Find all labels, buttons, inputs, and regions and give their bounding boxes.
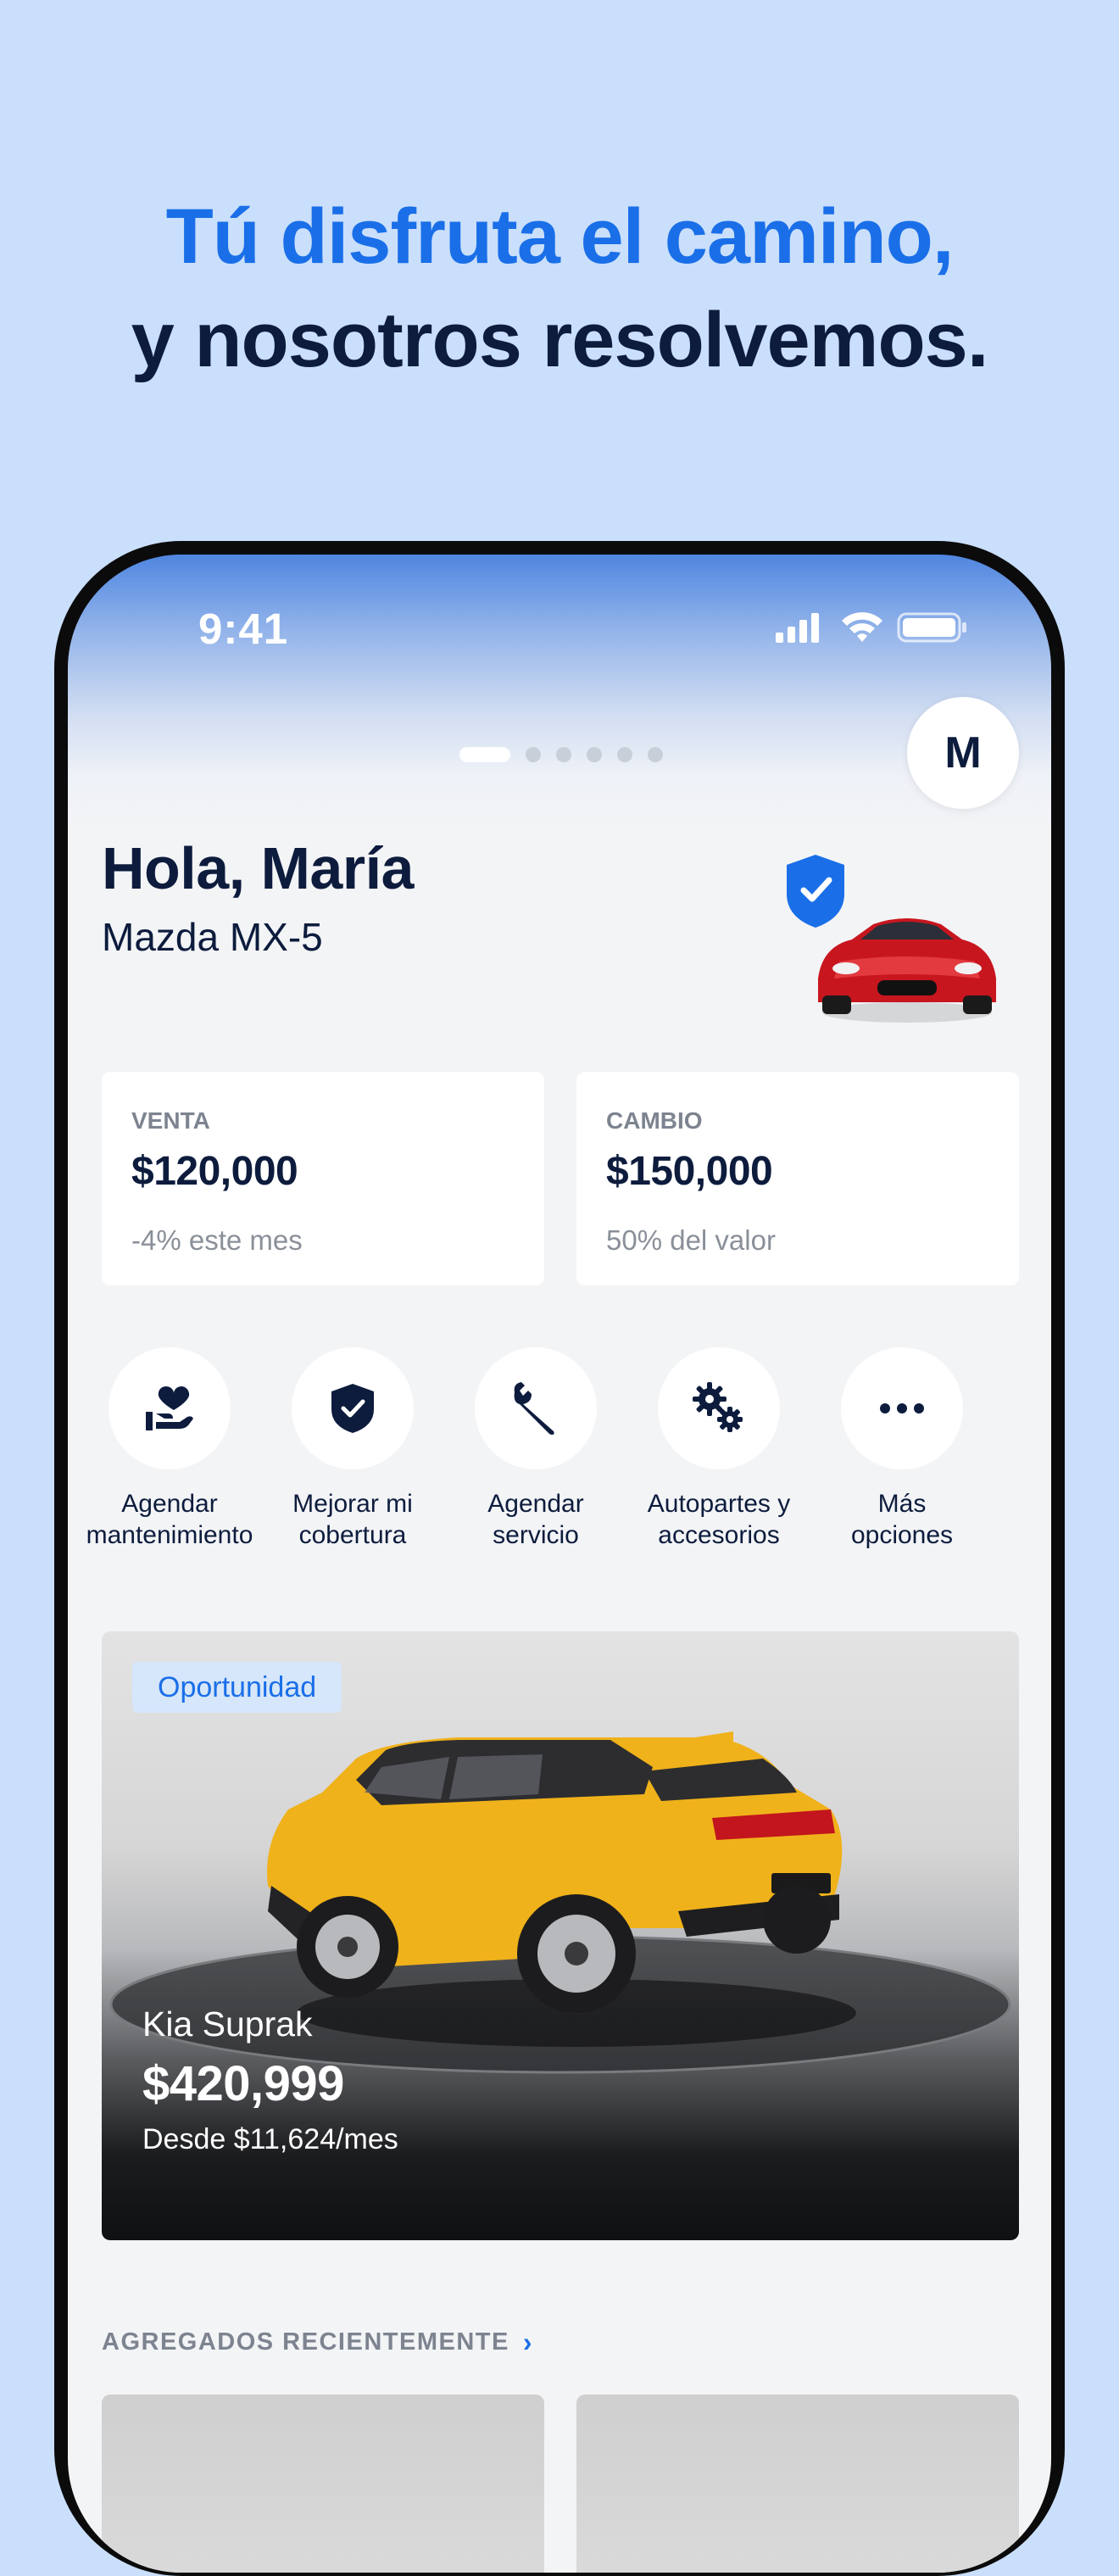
carousel-dot[interactable] [617,747,632,762]
status-time: 9:41 [198,605,289,653]
action-circle[interactable] [658,1347,780,1469]
carousel-indicator[interactable] [459,746,663,763]
action-label-line: opciones [850,1521,954,1549]
card-value: $150,000 [606,1149,773,1194]
section-title: AGREGADOS RECIENTEMENTE [102,2328,509,2356]
action-label: Más opciones [810,1488,994,1551]
action-label-line: Agendar [487,1490,584,1518]
action-more-options[interactable]: Más opciones [810,1347,994,1551]
action-schedule-maintenance[interactable]: Agendar mantenimiento [78,1347,261,1551]
recent-vehicle-card[interactable] [102,2395,544,2573]
headline-line-1: Tú disfruta el camino, [165,193,955,280]
phone-screen: 9:41 M Hola, María Mazda MX-5 VENTA $120… [68,555,1051,2573]
card-value: $120,000 [131,1149,298,1194]
action-label-line: Más [877,1490,927,1518]
carousel-dot[interactable] [459,747,510,762]
action-label: Mejorar mi cobertura [261,1488,444,1551]
action-label: Agendar servicio [444,1488,627,1551]
card-note: -4% este mes [131,1224,303,1256]
action-circle[interactable] [475,1347,597,1469]
promo-vehicle-name: Kia Suprak [142,2004,313,2044]
battery-icon [897,612,966,643]
card-label: VENTA [131,1107,210,1134]
action-label-line: mantenimiento [86,1521,253,1549]
chevron-right-icon[interactable]: › [523,2327,533,2358]
signal-icon [776,613,819,643]
carousel-dot[interactable] [587,747,602,762]
more-icon [880,1403,924,1413]
recently-added-header[interactable]: AGREGADOS RECIENTEMENTE › [102,2327,533,2358]
opportunity-badge: Oportunidad [132,1662,342,1713]
action-label: Agendar mantenimiento [78,1488,261,1551]
greeting-title: Hola, María [102,835,414,901]
shield-check-icon [331,1384,374,1433]
carousel-dot[interactable] [526,747,541,762]
card-note: 50% del valor [606,1224,776,1256]
action-label-line: Agendar [121,1490,218,1518]
action-parts-accessories[interactable]: Autopartes y accesorios [627,1347,810,1551]
action-label-line: cobertura [298,1521,407,1549]
wrench-icon [514,1382,554,1435]
headline: Tú disfruta el camino, y nosotros resolv… [0,185,1119,392]
carousel-dot[interactable] [556,747,571,762]
vehicle-model: Mazda MX-5 [102,915,323,959]
headline-line-2: y nosotros resolvemos. [131,297,989,383]
action-label-line: Mejorar mi [292,1490,413,1518]
status-icons [776,612,966,643]
shield-check-icon [787,855,844,928]
action-schedule-service[interactable]: Agendar servicio [444,1347,627,1551]
action-label: Autopartes y accesorios [627,1488,810,1551]
recent-vehicle-card[interactable] [576,2395,1019,2573]
action-circle[interactable] [292,1347,414,1469]
carousel-dot[interactable] [648,747,663,762]
action-circle[interactable] [841,1347,963,1469]
gears-icon [693,1382,743,1432]
action-label-line: servicio [493,1521,579,1549]
action-label-line: Autopartes y [647,1490,791,1518]
action-label-line: accesorios [658,1521,780,1549]
card-label: CAMBIO [606,1107,703,1134]
action-improve-coverage[interactable]: Mejorar mi cobertura [261,1347,444,1551]
trade-value-card[interactable]: CAMBIO $150,000 50% del valor [576,1072,1019,1285]
avatar[interactable]: M [907,697,1019,809]
action-circle[interactable] [109,1347,231,1469]
wifi-icon [842,612,882,642]
promo-price: $420,999 [142,2056,344,2111]
promo-card[interactable]: Oportunidad Kia Suprak $420,999 Desde $1… [102,1631,1019,2240]
hand-heart-icon [146,1386,193,1430]
promo-monthly-payment: Desde $11,624/mes [142,2123,398,2155]
vehicle-image[interactable] [780,851,1017,1046]
sale-value-card[interactable]: VENTA $120,000 -4% este mes [102,1072,544,1285]
